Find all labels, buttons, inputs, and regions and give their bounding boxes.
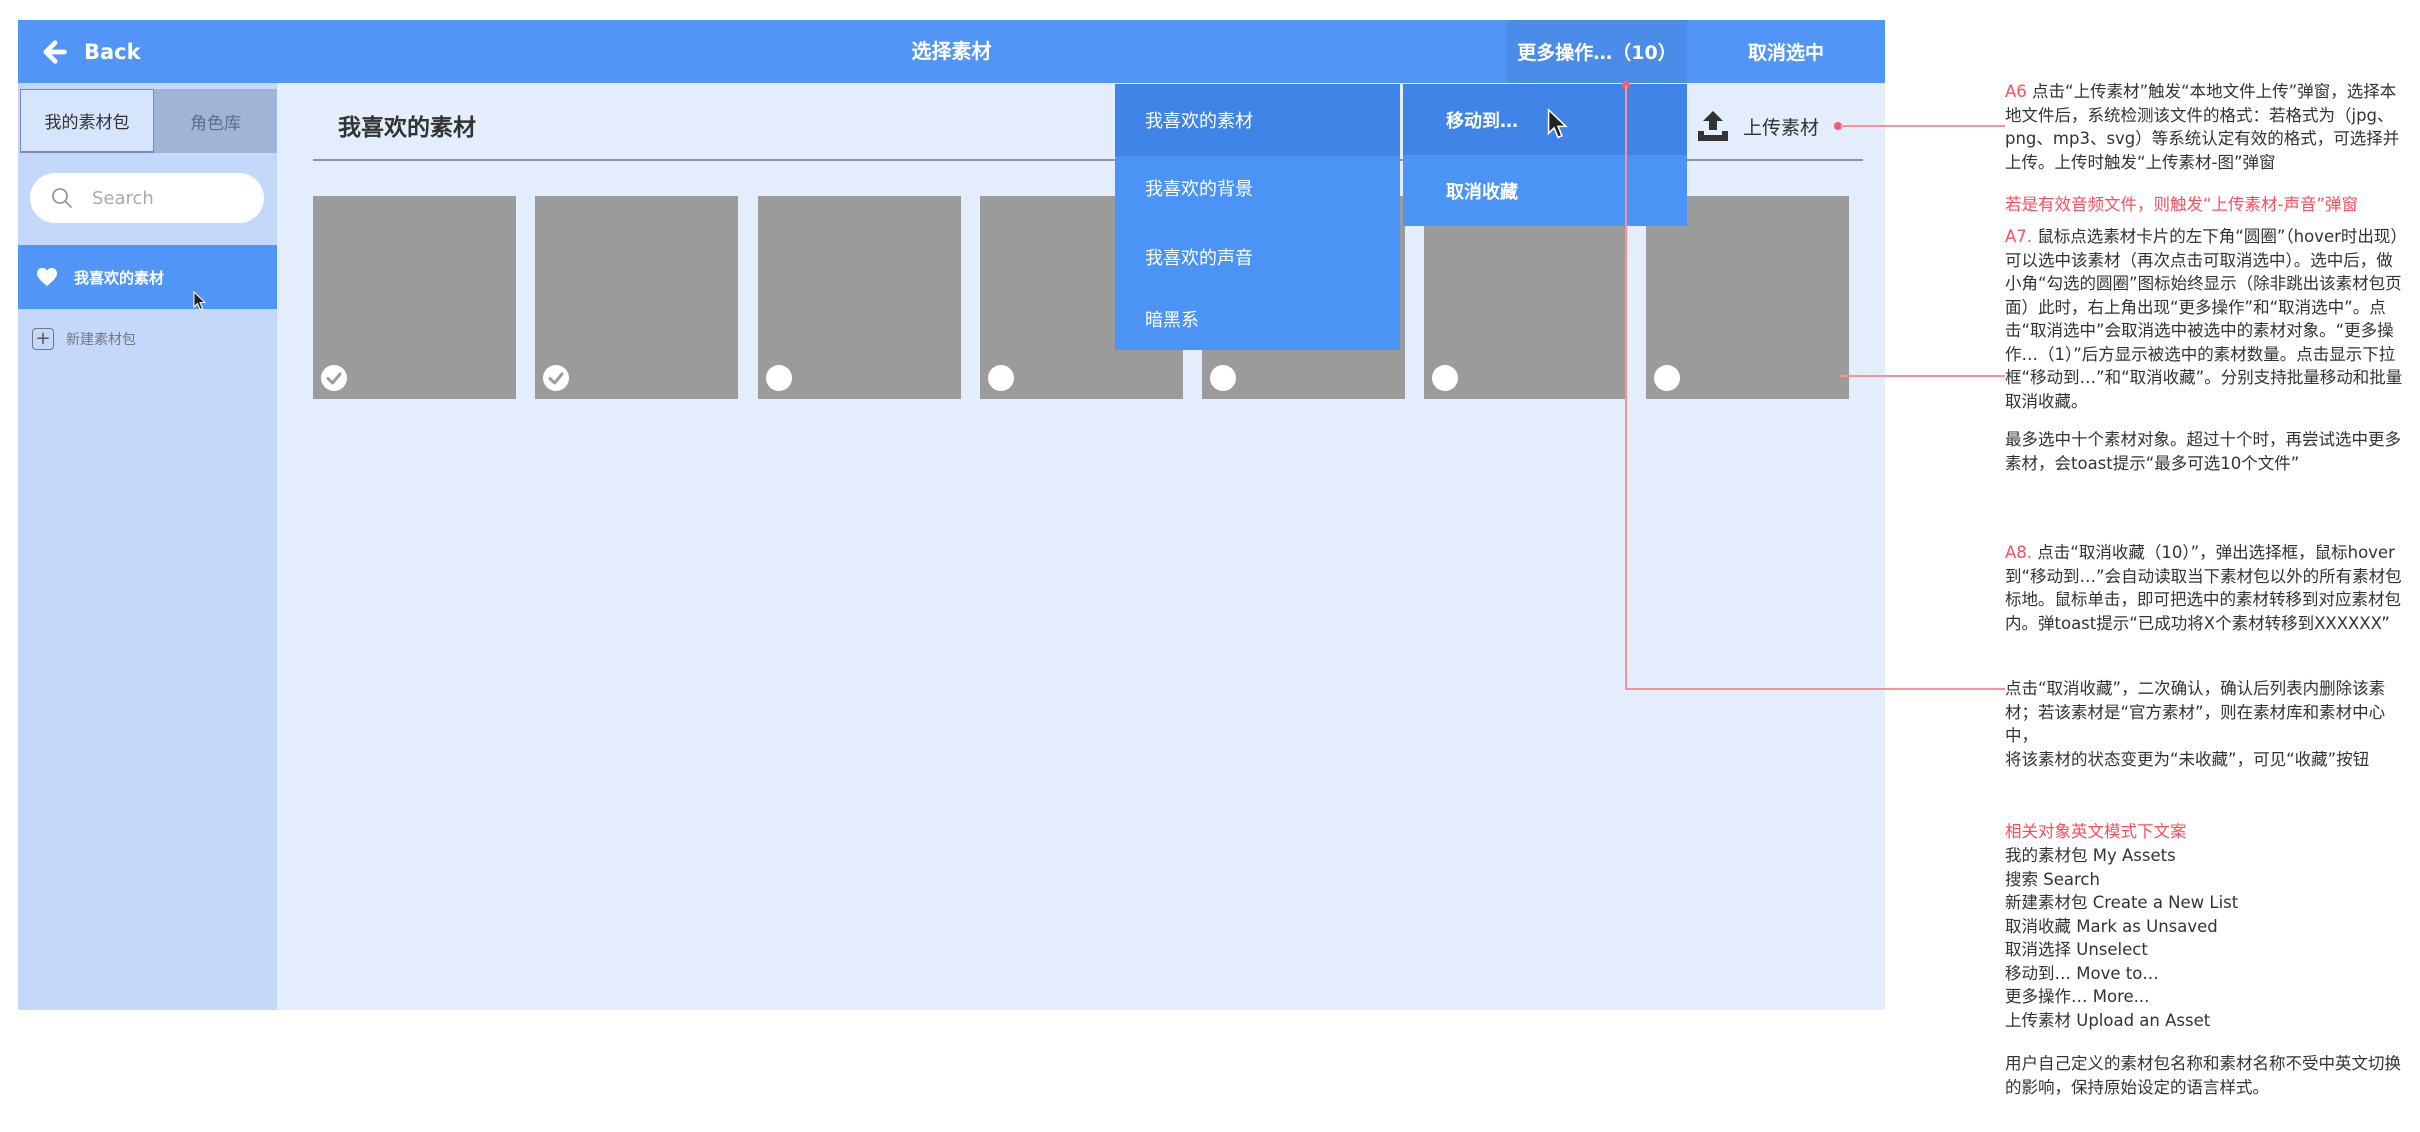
tab-my-assets[interactable]: 我的素材包 [20,89,154,153]
en-copy-line: 取消选择 Unselect [2005,940,2148,959]
note-a6-audio: 若是有效音频文件，则触发“上传素材-声音”弹窗 [2005,195,2359,214]
note-a8: A8. 点击“取消收藏（10）”，弹出选择框，鼠标hover到“移动到…”会自动… [2005,541,2403,635]
note-text: 点击“上传素材”触发“本地文件上传”弹窗，选择本地文件后，系统检测该文件的格式：… [2005,82,2400,172]
note-tag: A8. [2005,543,2033,562]
back-label: Back [84,39,141,64]
annotation-line-unfav [1625,688,2005,690]
more-actions-dropdown: 移动到… 取消收藏 [1403,84,1687,226]
select-circle-icon[interactable] [1210,365,1236,391]
note-tag: A7. [2005,227,2033,246]
new-list-button[interactable]: + 新建素材包 [32,328,136,350]
unfavorite-option[interactable]: 取消收藏 [1403,155,1687,226]
select-circle-icon[interactable] [1432,365,1458,391]
note-text: 将该素材的状态变更为“未收藏”，可见“收藏”按钮 [2005,749,2370,769]
search-icon [52,188,72,208]
annotation-line-unfav-vertical [1625,85,1627,689]
note-tag: A6 [2005,82,2027,101]
en-copy-line: 更多操作… More... [2005,987,2150,1006]
note-unfavorite: 点击“取消收藏”，二次确认，确认后列表内删除该素材；若该素材是“官方素材”，则在… [2005,677,2403,771]
select-circle-icon[interactable] [988,365,1014,391]
unselect-button[interactable]: 取消选中 [1687,20,1885,83]
asset-card[interactable] [758,196,961,399]
asset-card[interactable] [1424,196,1627,399]
more-actions-button[interactable]: 更多操作…（10） [1507,20,1687,83]
section-title: 我喜欢的素材 [338,115,476,141]
note-a7-limit: 最多选中十个素材对象。超过十个时，再尝试选中更多素材，会toast提示“最多可选… [2005,430,2401,473]
note-en-title: 相关对象英文模式下文案 [2005,822,2187,841]
note-footer: 用户自己定义的素材包名称和素材名称不受中英文切换的影响，保持原始设定的语言样式。 [2005,1054,2401,1097]
annotation-line-a6 [1840,125,2005,127]
upload-label: 上传素材 [1743,116,1820,139]
en-copy-line: 搜索 Search [2005,869,2100,889]
search-box[interactable] [30,173,264,223]
upload-icon [1698,111,1728,141]
annotation-line-a7 [1840,375,2005,377]
sidebar: 我的素材包 角色库 我喜欢的素材 + 新建素材包 [18,83,277,1010]
list-item-favorite-assets[interactable]: 我喜欢的素材 [1115,84,1400,156]
top-bar: Back 选择素材 更多操作…（10） 取消选中 [18,20,1885,83]
en-copy-line: 移动到… Move to… [2005,963,2159,983]
note-text: 点击“取消收藏”，二次确认，确认后列表内删除该素材；若该素材是“官方素材”，则在… [2005,679,2386,745]
tab-role-library[interactable]: 角色库 [154,89,277,153]
new-list-label: 新建素材包 [66,332,136,348]
en-copy-line: 取消收藏 Mark as Unsaved [2005,916,2218,936]
note-a6: A6 点击“上传素材”触发“本地文件上传”弹窗，选择本地文件后，系统检测该文件的… [2005,80,2403,174]
checked-circle-icon[interactable] [321,365,347,391]
asset-card[interactable] [535,196,738,399]
note-text: 点击“取消收藏（10）”，弹出选择框，鼠标hover到“移动到…”会自动读取当下… [2005,543,2402,633]
list-item-dark-theme[interactable]: 暗黑系 [1115,283,1400,355]
asset-card[interactable] [313,196,516,399]
en-copy-line: 我的素材包 My Assets [2005,846,2176,865]
back-button[interactable]: Back [40,20,141,83]
checked-circle-icon[interactable] [543,365,569,391]
upload-button[interactable]: 上传素材 [1695,108,1819,144]
search-input[interactable] [92,187,242,209]
en-copy-line: 新建素材包 Create a New List [2005,893,2239,912]
note-text: 鼠标点选素材卡片的左下角“圆圈”（hover时出现）可以选中该素材（再次点击可取… [2005,227,2403,411]
app-window: Back 选择素材 更多操作…（10） 取消选中 我的素材包 角色库 我喜欢的素… [18,20,1885,1010]
sidebar-item-favorites[interactable]: 我喜欢的素材 [18,245,277,309]
move-to-option[interactable]: 移动到… [1403,84,1687,155]
asset-card[interactable] [1646,196,1849,399]
note-a7: A7. 鼠标点选素材卡片的左下角“圆圈”（hover时出现）可以选中该素材（再次… [2005,225,2403,413]
list-item-favorite-backgrounds[interactable]: 我喜欢的背景 [1115,152,1400,224]
plus-square-icon: + [32,328,54,350]
en-copy-line: 上传素材 Upload an Asset [2005,1010,2211,1030]
mouse-cursor-icon [193,291,207,311]
mouse-cursor-icon [1547,108,1568,139]
move-to-list-dropdown: 我喜欢的素材 我喜欢的背景 我喜欢的声音 暗黑系 [1115,84,1400,350]
sidebar-item-label: 我喜欢的素材 [74,268,165,287]
select-circle-icon[interactable] [766,365,792,391]
heart-icon [37,267,57,287]
arrow-left-icon [43,39,67,64]
select-circle-icon[interactable] [1654,365,1680,391]
note-en-lines: 我的素材包 My Assets 搜索 Search 新建素材包 Create a N… [2005,844,2403,1032]
